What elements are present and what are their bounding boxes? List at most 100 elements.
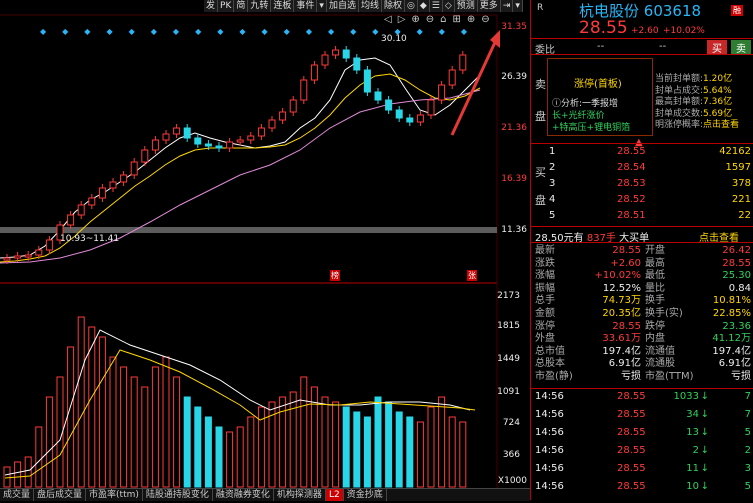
bid-row[interactable]: 3 28.53 378 [531,177,753,190]
tool-lianban[interactable]: 连板 [271,0,295,12]
tool-add-watch[interactable]: 加自选 [327,0,359,12]
seal-stats: 当前封单额:1.20亿 封单占成交:5.64% 最高封单额:7.36亿 封单成交… [655,74,739,132]
bid-volume: 1597 [725,162,751,173]
quote-value-right: 0.84 [728,282,751,294]
tab-fund-bottom[interactable]: 资金抄底 [344,489,387,501]
tool-event[interactable]: 事件 [294,0,318,12]
tick-row: 14:56 28.55 1033 ↓ 7 [531,390,753,403]
price-axis-1: 31.35 [501,22,527,32]
event-diamonds[interactable]: ◆◆◆◆◆◆◆◆◆◆◆◆◆◆◆◆◆◆◆◆ [40,27,483,36]
quote-label-left: 外盘 [535,333,555,345]
quote-value-left: 28.55 [612,245,641,256]
tick-volume: 13 [686,427,699,438]
bid-level: 3 [549,178,556,189]
bid-row[interactable]: 1 28.55 42162 [531,145,753,158]
tab-volume[interactable]: 成交量 [0,489,35,501]
candle [438,84,446,101]
price-axis-4: 16.39 [501,174,527,184]
bid-level: 2 [549,162,556,173]
kline-chart[interactable]: 31.35 26.39 21.36 16.39 11.36 2173 1815 … [0,0,530,501]
prob-link[interactable]: 点击查看 [703,120,739,130]
tick-price: 28.55 [617,409,646,420]
tool-fa[interactable]: 发 [204,0,219,12]
volume-bar [67,346,75,488]
tick-price: 28.55 [617,391,646,402]
tick-price: 28.55 [617,445,646,456]
quote-row: 最新 28.55 开盘 26.42 [531,244,753,257]
marker-right[interactable]: 张 [467,270,477,281]
tool-pk[interactable]: PK [218,0,235,12]
volume-bar [459,421,467,488]
tick-row: 14:56 28.55 11 ↓ 3 [531,462,753,475]
tab-pe-ttm[interactable]: 市盈率(ttm) [86,489,143,501]
prob-label: 明涨停概率: [655,120,704,130]
volume-bar [226,431,234,488]
candle [151,139,159,151]
price-axis-5: 11.36 [501,225,527,235]
candle [67,214,75,226]
volume-bar [353,411,361,488]
tab-l2-badge[interactable]: L2 [325,489,344,501]
volume-bar [45,396,53,488]
volume-bar [120,366,128,488]
diamond-icon[interactable]: ◆ [418,0,430,12]
tick-time: 14:56 [535,409,564,420]
tool-exright[interactable]: 除权 [382,0,405,12]
quote-value-right: 26.42 [722,245,751,256]
tool-jiuzhuan[interactable]: 九转 [248,0,272,12]
sell-button[interactable]: 卖 [731,40,751,55]
candle [247,135,255,141]
tab-after-hours-volume[interactable]: 盘后成交量 [34,489,87,501]
volume-bar [173,376,181,488]
chart-canvas[interactable] [0,0,530,500]
vol-axis-5: 724 [502,418,520,428]
tick-volume: 2 [692,445,699,456]
volume-bar [24,456,32,488]
volume-bar [35,426,43,488]
tick-volume: 10 [686,481,699,492]
seal-amount-label: 当前封单额: [655,74,704,84]
dropdown-icon[interactable]: ▾ [513,0,523,12]
quote-label-left: 市盈(静) [535,371,573,382]
quote-value-left: +2.60 [610,257,641,269]
vol-axis-6: 366 [502,450,520,460]
outline-diamond-icon[interactable]: ◇ [443,0,455,12]
tick-time: 14:56 [535,481,564,492]
bid-row[interactable]: 5 28.51 22 [531,209,753,222]
limit-up-title: 涨停(首板) [574,79,622,90]
candle [77,204,85,216]
quote-row: 市盈(静) 亏损 市盈(TTM) 亏损 [531,370,753,383]
tool-more[interactable]: 更多 [478,0,501,12]
buy-button[interactable]: 买 [707,40,727,55]
volume-bar [130,376,138,488]
tab-northbound[interactable]: 陆股通持股变化 [143,489,213,501]
chevron-down-icon[interactable]: ▾ [317,0,327,12]
bid-row[interactable]: 4 28.52 221 [531,193,753,206]
volume-bar [109,356,117,488]
tab-margin[interactable]: 融资融券变化 [213,489,274,501]
quote-row: 涨幅 +10.02% 最低 25.30 [531,269,753,282]
tool-ma[interactable]: 均线 [359,0,382,12]
sell-side-label-2: 盘 [535,110,546,123]
candle [300,79,308,101]
tab-institution[interactable]: 机构探测器 [274,489,326,501]
tool-forecast[interactable]: 预测 [455,0,478,12]
tick-row: 14:56 28.55 10 ↓ 5 [531,480,753,493]
quote-row: 涨跌 +2.60 最高 28.55 [531,257,753,270]
quote-label-right: 流通值 [645,345,675,357]
volume-bar [363,416,371,488]
menu-icon[interactable]: ☰ [430,0,443,12]
target-icon[interactable]: ◎ [405,0,418,12]
candle [215,145,223,149]
marker-left[interactable]: 榜 [330,270,340,281]
limit-up-box[interactable]: 涨停(首板) ⓘ分析:一季报增 长+光纤涨价 +特高压+锂电铜箔 [547,58,653,136]
tick-time: 14:56 [535,463,564,474]
tool-jian[interactable]: 简 [234,0,249,12]
candle [204,143,212,147]
bid-row[interactable]: 2 28.54 1597 [531,161,753,174]
chart-tool-icons[interactable]: ◁▷⊕⊖⌂⊞⊕⊖ [384,14,496,25]
range-band [0,227,497,233]
quote-label-left: 最新 [535,245,555,256]
expand-icon[interactable]: ⇥ [501,0,514,12]
tick-count: 7 [744,391,751,402]
